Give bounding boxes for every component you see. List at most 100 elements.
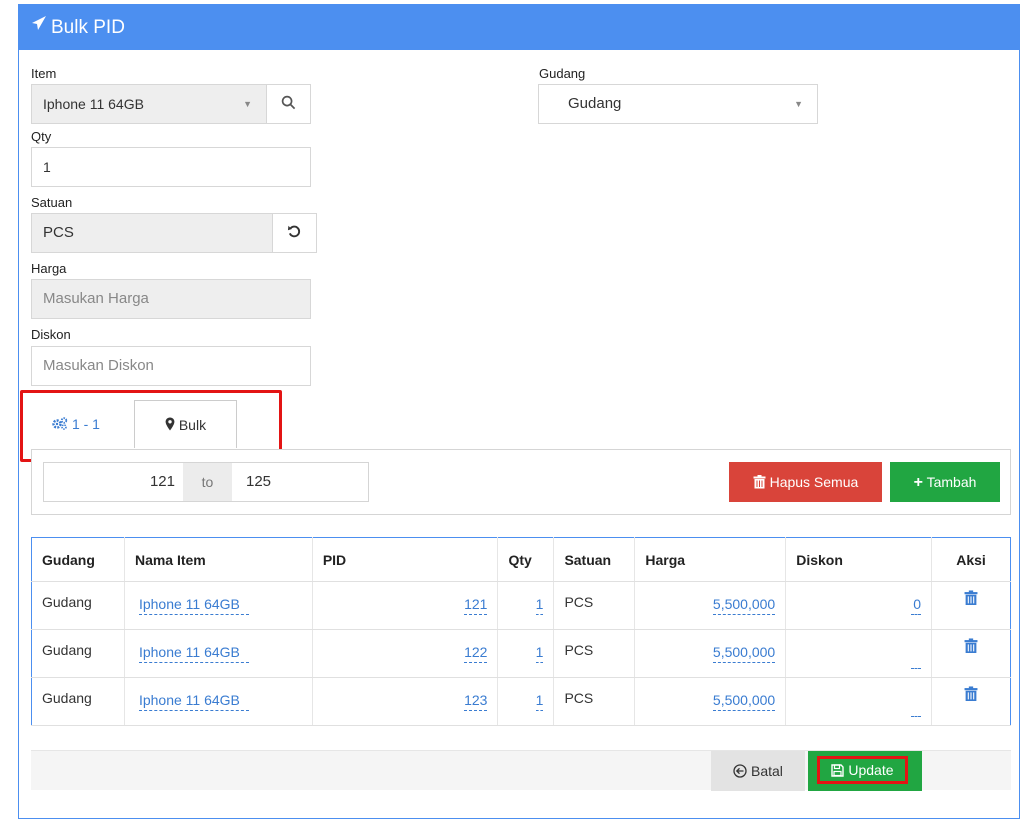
editable-harga[interactable]: 5,500,000 xyxy=(712,692,776,711)
trash-icon xyxy=(753,474,770,490)
undo-icon xyxy=(287,224,302,242)
select-caret-icon: ▼ xyxy=(794,99,803,109)
cell-aksi xyxy=(931,677,1011,726)
plus-icon: + xyxy=(913,474,923,491)
bulk-pid-panel: Bulk PID Item Iphone 11 64GB ▼ Qty 1 Sat… xyxy=(18,4,1020,819)
cell-nama-item: Iphone 11 64GB xyxy=(124,581,313,630)
cell-gudang: Gudang xyxy=(31,677,125,726)
hapus-semua-button[interactable]: Hapus Semua xyxy=(729,462,882,502)
editable-harga[interactable]: 5,500,000 xyxy=(712,596,776,615)
qty-label: Qty xyxy=(31,129,52,144)
editable-diskon[interactable] xyxy=(911,714,922,717)
editable-diskon[interactable]: 0 xyxy=(911,596,922,615)
cell-satuan: PCS xyxy=(553,677,636,726)
cell-nama-item: Iphone 11 64GB xyxy=(124,629,313,678)
cell-diskon xyxy=(785,629,933,678)
pid-table: Gudang Nama Item PID Qty Satuan Harga Di… xyxy=(31,537,1011,726)
cell-pid: 123 xyxy=(312,677,499,726)
panel-header: Bulk PID xyxy=(19,5,1019,50)
table-row: Gudang Iphone 11 64GB 122 1 PCS 5,500,00… xyxy=(31,629,1011,678)
editable-diskon[interactable] xyxy=(911,666,922,669)
batal-button[interactable]: Batal xyxy=(711,751,805,791)
cell-harga: 5,500,000 xyxy=(634,581,787,630)
hapus-semua-label: Hapus Semua xyxy=(769,474,859,490)
cell-diskon: 0 xyxy=(785,581,933,630)
circle-arrow-left-icon xyxy=(733,763,751,779)
cell-gudang: Gudang xyxy=(31,629,125,678)
search-icon xyxy=(281,95,296,113)
column-header-harga: Harga xyxy=(634,537,787,582)
page-title: Bulk PID xyxy=(51,17,125,38)
cell-harga: 5,500,000 xyxy=(634,677,787,726)
gudang-label: Gudang xyxy=(539,66,586,81)
batal-label: Batal xyxy=(750,763,783,779)
editable-pid[interactable]: 123 xyxy=(464,692,488,711)
column-header-aksi: Aksi xyxy=(931,537,1011,582)
cell-satuan: PCS xyxy=(553,629,636,678)
cell-qty: 1 xyxy=(497,629,555,678)
editable-nama-item[interactable]: Iphone 11 64GB xyxy=(138,596,249,615)
editable-harga[interactable]: 5,500,000 xyxy=(712,644,776,663)
column-header-pid: PID xyxy=(312,537,499,582)
select-caret-icon: ▼ xyxy=(243,99,252,109)
cell-pid: 122 xyxy=(312,629,499,678)
satuan-field: PCS xyxy=(31,213,273,253)
cell-satuan: PCS xyxy=(553,581,636,630)
editable-qty[interactable]: 1 xyxy=(535,644,544,663)
cell-aksi xyxy=(931,581,1011,630)
editable-pid[interactable]: 122 xyxy=(464,644,488,663)
editable-pid[interactable]: 121 xyxy=(464,596,488,615)
update-highlight-frame: Update xyxy=(817,756,908,784)
editable-nama-item[interactable]: Iphone 11 64GB xyxy=(138,644,249,663)
editable-nama-item[interactable]: Iphone 11 64GB xyxy=(138,692,249,711)
cell-gudang: Gudang xyxy=(31,581,125,630)
cell-qty: 1 xyxy=(497,677,555,726)
satuan-label: Satuan xyxy=(31,195,73,210)
harga-label: Harga xyxy=(31,261,67,276)
cell-qty: 1 xyxy=(497,581,555,630)
pid-to-input[interactable]: 125 xyxy=(232,463,368,501)
update-label: Update xyxy=(848,762,894,778)
qty-input[interactable]: 1 xyxy=(31,147,311,187)
table-row: Gudang Iphone 11 64GB 123 1 PCS 5,500,00… xyxy=(31,677,1011,726)
paper-plane-icon xyxy=(31,3,47,48)
qty-input-value: 1 xyxy=(43,159,51,175)
column-header-qty: Qty xyxy=(497,537,555,582)
cell-nama-item: Iphone 11 64GB xyxy=(124,677,313,726)
satuan-value: PCS xyxy=(43,224,74,241)
bulk-tab-content: 121 to 125 Hapus Semua + Tambah xyxy=(31,449,1011,515)
table-header-row: Gudang Nama Item PID Qty Satuan Harga Di… xyxy=(31,537,1011,582)
item-search-button[interactable] xyxy=(266,84,311,124)
column-header-satuan: Satuan xyxy=(553,537,636,582)
item-label: Item xyxy=(31,66,57,81)
gudang-select[interactable]: Gudang ▼ xyxy=(538,84,818,124)
item-select-value: Iphone 11 64GB xyxy=(43,96,144,112)
delete-row-trash-icon[interactable] xyxy=(964,590,978,609)
delete-row-trash-icon[interactable] xyxy=(964,638,978,657)
diskon-input[interactable]: Masukan Diskon xyxy=(31,346,311,386)
tambah-button[interactable]: + Tambah xyxy=(890,462,1000,502)
harga-input[interactable]: Masukan Harga xyxy=(31,279,311,319)
gudang-select-value: Gudang xyxy=(568,95,622,112)
editable-qty[interactable]: 1 xyxy=(535,596,544,615)
floppy-disk-icon xyxy=(831,762,848,778)
column-header-nama-item: Nama Item xyxy=(124,537,313,582)
cell-harga: 5,500,000 xyxy=(634,629,787,678)
tambah-label: Tambah xyxy=(926,474,977,490)
item-select[interactable]: Iphone 11 64GB ▼ xyxy=(31,84,267,124)
cell-diskon xyxy=(785,677,933,726)
pid-range: 121 to 125 xyxy=(43,462,369,502)
diskon-label: Diskon xyxy=(31,327,71,342)
cell-aksi xyxy=(931,629,1011,678)
delete-row-trash-icon[interactable] xyxy=(964,686,978,705)
column-header-gudang: Gudang xyxy=(31,537,125,582)
pid-from-input[interactable]: 121 xyxy=(44,463,183,501)
table-row: Gudang Iphone 11 64GB 121 1 PCS 5,500,00… xyxy=(31,581,1011,630)
satuan-reset-button[interactable] xyxy=(272,213,317,253)
cell-pid: 121 xyxy=(312,581,499,630)
column-header-diskon: Diskon xyxy=(785,537,933,582)
form-footer: Batal Update xyxy=(31,750,1011,791)
range-separator: to xyxy=(183,463,232,501)
update-button[interactable]: Update xyxy=(808,751,922,791)
editable-qty[interactable]: 1 xyxy=(535,692,544,711)
